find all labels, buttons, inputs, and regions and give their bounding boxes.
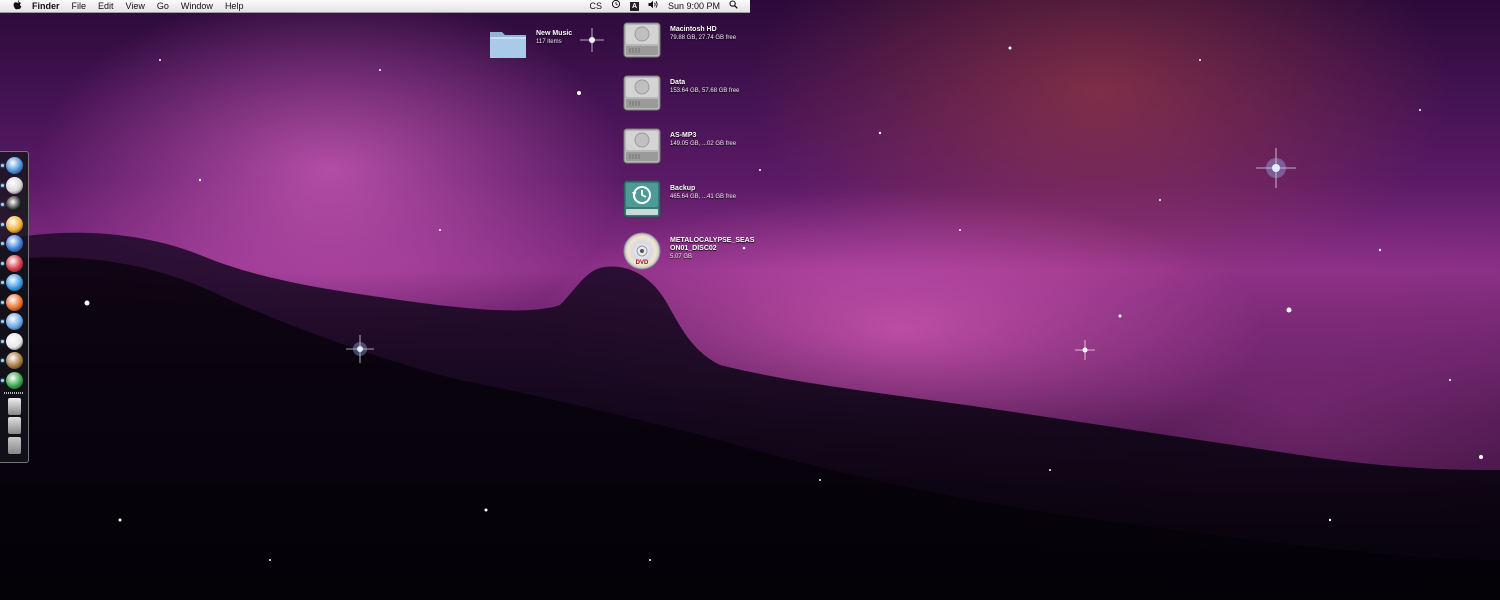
desktop[interactable]: Finder File Edit View Go Window Help CS … bbox=[0, 0, 1500, 600]
desktop-icon-macintosh-hd[interactable]: Macintosh HD 79.88 GB, 27.74 GB free bbox=[622, 20, 736, 60]
folder-icon bbox=[490, 32, 526, 58]
running-indicator bbox=[1, 242, 4, 245]
nebula-dust-cloud bbox=[0, 232, 1500, 600]
desktop-icon-label: New Music 117 items bbox=[536, 30, 572, 46]
safari-icon[interactable] bbox=[1, 313, 23, 330]
terminal-icon[interactable] bbox=[1, 196, 23, 213]
menu-go[interactable]: Go bbox=[151, 0, 175, 13]
menu-app-name[interactable]: Finder bbox=[26, 0, 66, 13]
coffee-icon[interactable] bbox=[1, 352, 23, 369]
hard-drive-icon bbox=[623, 75, 661, 111]
menu-edit[interactable]: Edit bbox=[92, 0, 120, 13]
hard-drive-icon bbox=[623, 22, 661, 58]
desktop-icon-name: AS-MP3 bbox=[670, 132, 697, 139]
running-indicator bbox=[1, 359, 4, 362]
desktop-icon-name: New Music bbox=[536, 30, 573, 37]
desktop-icon-info: 149.05 GB, ...02 GB free bbox=[670, 141, 737, 147]
desktop-icon-new-music[interactable]: New Music 117 items bbox=[488, 24, 572, 64]
time-machine-drive-icon bbox=[623, 180, 661, 218]
desktop-icon-name: Data bbox=[670, 79, 686, 86]
desktop-icon-info: 465.64 GB, ...41 GB free bbox=[670, 194, 737, 200]
dvd-logo-text: DVD bbox=[636, 260, 649, 266]
lastfm-icon[interactable] bbox=[1, 254, 23, 272]
menu-extras: CS A Sun 9:00 PM bbox=[589, 0, 750, 13]
running-indicator bbox=[1, 222, 4, 226]
desktop-icon-as-mp3[interactable]: AS-MP3 149.05 GB, ...02 GB free bbox=[622, 126, 736, 166]
running-indicator bbox=[1, 203, 4, 206]
app-shield-icon[interactable] bbox=[1, 176, 23, 194]
desktop-icon-backup[interactable]: Backup 465.64 GB, ...41 GB free bbox=[622, 179, 736, 219]
running-indicator bbox=[1, 261, 4, 265]
dock bbox=[0, 151, 29, 463]
dock-separator bbox=[4, 391, 24, 394]
hard-drive-icon bbox=[623, 128, 661, 164]
desktop-icon-label: Backup 465.64 GB, ...41 GB free bbox=[670, 185, 736, 201]
finder-icon[interactable] bbox=[1, 157, 23, 174]
activity-monitor-icon[interactable] bbox=[1, 371, 23, 389]
desktop-icon-name: METALOCALYPSE_SEAS ON01_DISC02 bbox=[670, 237, 755, 252]
input-menu-icon[interactable]: A bbox=[629, 1, 639, 11]
firefox-icon[interactable] bbox=[1, 293, 23, 311]
desktop-icon-info: 5.07 GB bbox=[670, 254, 693, 260]
desktop-icon-info: 79.88 GB, 27.74 GB free bbox=[670, 35, 737, 41]
dock-apps bbox=[0, 157, 28, 389]
menu-window[interactable]: Window bbox=[175, 0, 219, 13]
running-indicator bbox=[1, 164, 4, 167]
menu-file[interactable]: File bbox=[66, 0, 93, 13]
desktop-icon-name: Backup bbox=[670, 185, 696, 192]
itunes-icon[interactable] bbox=[1, 235, 23, 252]
running-indicator bbox=[1, 320, 4, 323]
desktop-icon-data[interactable]: Data 153.64 GB, 57.68 GB free bbox=[622, 73, 739, 113]
desktop-icon-info: 117 items bbox=[536, 39, 562, 45]
dock-stacks bbox=[0, 397, 28, 454]
desktop-icon-label: Macintosh HD 79.88 GB, 27.74 GB free bbox=[670, 26, 736, 42]
menu-clock[interactable]: Sun 9:00 PM bbox=[668, 0, 720, 13]
desktop-icon-dvd[interactable]: DVD METALOCALYPSE_SEAS ON01_DISC02 5.07 … bbox=[622, 231, 754, 271]
menu-help[interactable]: Help bbox=[219, 0, 250, 13]
desktop-icon-label: AS-MP3 149.05 GB, ...02 GB free bbox=[670, 132, 736, 148]
running-indicator bbox=[1, 300, 4, 304]
desktop-icon-name: Macintosh HD bbox=[670, 26, 717, 33]
messenger-icon[interactable] bbox=[1, 274, 23, 291]
menu-bar: Finder File Edit View Go Window Help CS … bbox=[0, 0, 750, 13]
desktop-icon-label: Data 153.64 GB, 57.68 GB free bbox=[670, 79, 739, 95]
spotlight-search-icon[interactable] bbox=[729, 0, 738, 13]
apple-logo-icon bbox=[13, 0, 21, 9]
menu-view[interactable]: View bbox=[120, 0, 151, 13]
apple-menu-icon[interactable] bbox=[8, 0, 26, 13]
dvd-disc-icon: DVD bbox=[623, 232, 661, 270]
time-machine-icon[interactable] bbox=[611, 0, 621, 13]
menu-extra-cs[interactable]: CS bbox=[589, 0, 602, 13]
running-indicator bbox=[1, 281, 4, 284]
desktop-icon-label: METALOCALYPSE_SEAS ON01_DISC02 5.07 GB bbox=[670, 237, 754, 261]
star-field bbox=[84, 28, 1483, 561]
documents-stack-icon[interactable] bbox=[8, 397, 21, 415]
running-indicator bbox=[1, 183, 4, 187]
running-indicator bbox=[1, 339, 4, 343]
desktop-icon-info: 153.64 GB, 57.68 GB free bbox=[670, 88, 740, 94]
script-editor-icon[interactable] bbox=[1, 332, 23, 350]
running-indicator bbox=[1, 378, 4, 382]
trash-icon[interactable] bbox=[8, 436, 21, 454]
downloads-stack-icon[interactable] bbox=[8, 417, 21, 434]
volume-icon[interactable] bbox=[648, 0, 659, 13]
adium-duck-icon[interactable] bbox=[1, 215, 23, 233]
